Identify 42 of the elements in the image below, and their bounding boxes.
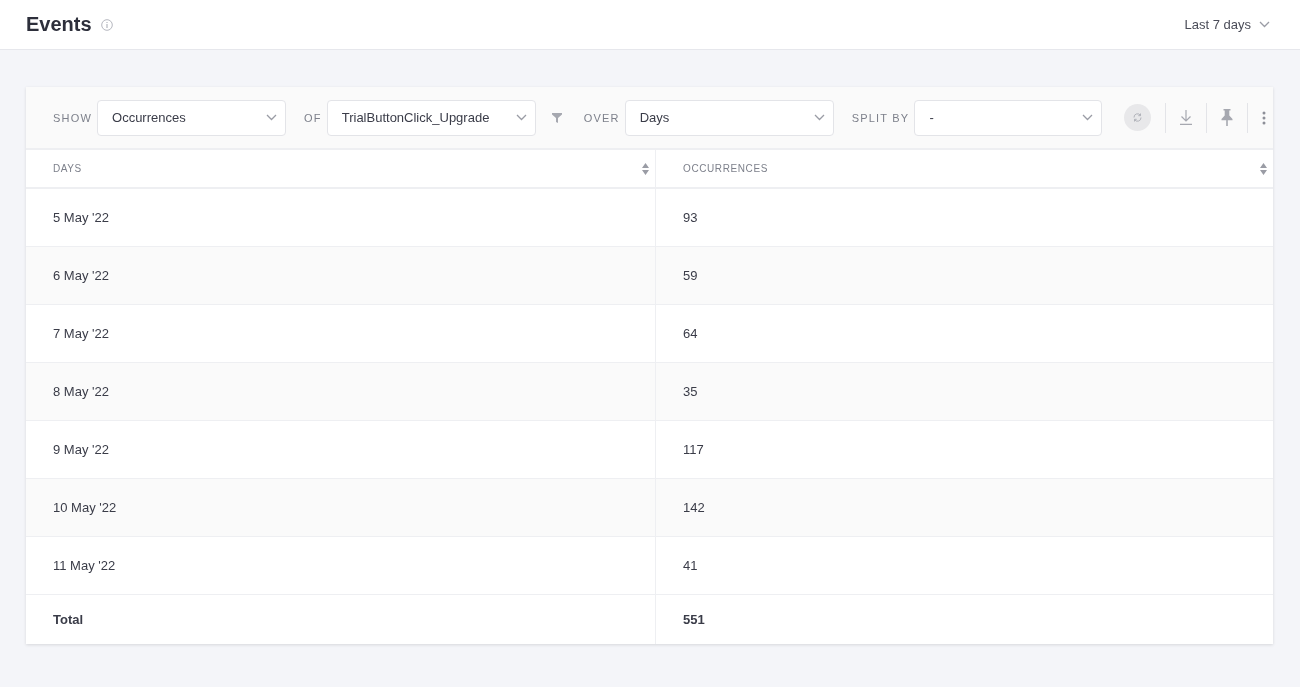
chevron-down-icon xyxy=(515,114,527,121)
table-cell: 93 xyxy=(655,188,1273,246)
table-cell: 8 May '22 xyxy=(26,362,656,420)
more-options-icon[interactable] xyxy=(1262,110,1267,125)
table-cell: 41 xyxy=(655,536,1273,594)
sort-icon[interactable] xyxy=(642,162,649,175)
table-cell: 7 May '22 xyxy=(26,304,656,362)
select-dropdown[interactable]: - xyxy=(914,99,1103,136)
column-header[interactable]: DAYS xyxy=(53,163,82,174)
filter-label: OF xyxy=(304,111,322,124)
table-cell: 117 xyxy=(655,420,1273,478)
total-cell: Total xyxy=(26,594,656,644)
refresh-button[interactable] xyxy=(1124,104,1152,131)
chevron-down-icon xyxy=(266,114,278,121)
page-title: Events xyxy=(26,13,92,36)
chevron-down-icon xyxy=(1082,114,1094,121)
select-dropdown[interactable]: Days xyxy=(624,99,834,136)
table-cell: 142 xyxy=(655,478,1273,536)
chevron-down-icon xyxy=(1259,21,1270,28)
filter-label: OVER xyxy=(583,111,620,124)
table-cell: 10 May '22 xyxy=(26,478,656,536)
pin-icon[interactable] xyxy=(1221,109,1234,126)
table-cell: 6 May '22 xyxy=(26,246,656,304)
table-cell: 11 May '22 xyxy=(26,536,656,594)
table-cell: 9 May '22 xyxy=(26,420,656,478)
table-cell: 35 xyxy=(655,362,1273,420)
download-icon[interactable] xyxy=(1180,110,1193,125)
column-header[interactable]: OCCURRENCES xyxy=(683,163,768,174)
select-dropdown[interactable]: TrialButtonClick_Upgrade xyxy=(326,99,536,136)
info-icon[interactable] xyxy=(100,18,113,31)
chevron-down-icon xyxy=(813,114,825,121)
filter-icon[interactable] xyxy=(551,112,562,123)
select-dropdown[interactable]: Occurrences xyxy=(97,99,287,136)
total-cell: 551 xyxy=(655,594,1273,644)
date-range-dropdown[interactable]: Last 7 days xyxy=(1184,17,1270,32)
filter-label: SHOW xyxy=(53,111,93,124)
sort-icon[interactable] xyxy=(1260,162,1267,175)
table-cell: 64 xyxy=(655,304,1273,362)
table-cell: 5 May '22 xyxy=(26,188,656,246)
filter-label: SPLIT BY xyxy=(851,111,910,124)
refresh-icon xyxy=(1132,112,1144,123)
table-cell: 59 xyxy=(655,246,1273,304)
